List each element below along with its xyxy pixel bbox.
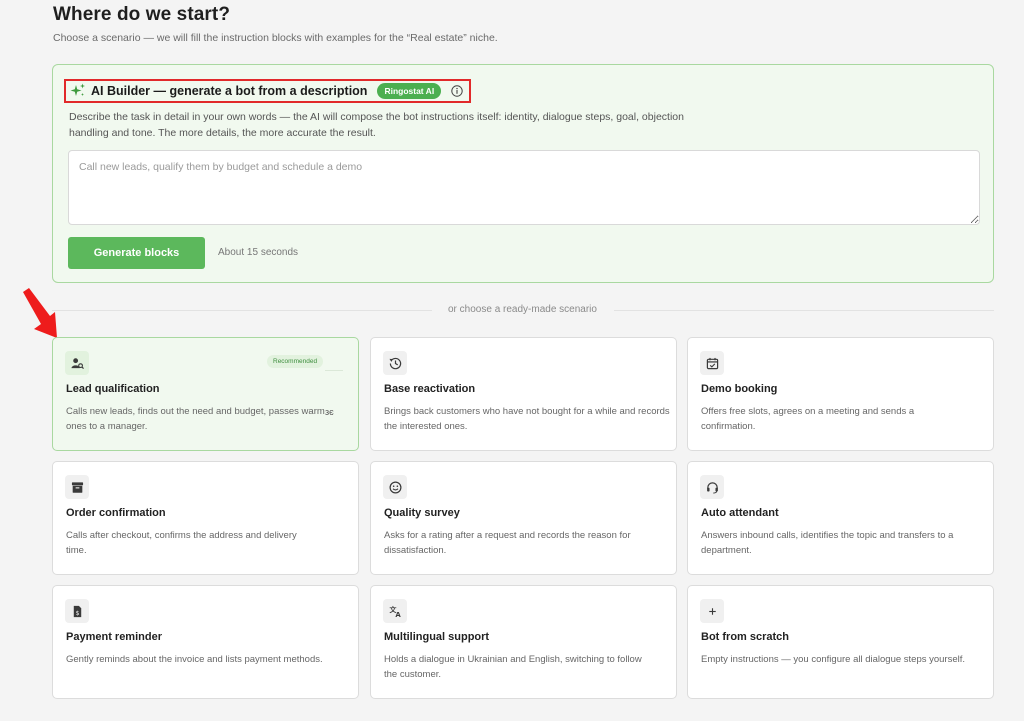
scenario-card-base-reactivation[interactable]: Base reactivation Brings back customers … xyxy=(370,337,677,451)
generate-blocks-button[interactable]: Generate blocks xyxy=(68,237,205,269)
scenario-card-bot-from-scratch[interactable]: Bot from scratch Empty instructions — yo… xyxy=(687,585,994,699)
scenario-title: Order confirmation xyxy=(66,507,166,519)
user-search-icon xyxy=(65,351,89,375)
sparkle-icon xyxy=(70,83,85,96)
archive-box-icon xyxy=(65,475,89,499)
scenario-card-order-confirmation[interactable]: Order confirmation Calls after checkout,… xyxy=(52,461,359,575)
scenario-title: Multilingual support xyxy=(384,631,490,643)
history-icon xyxy=(383,351,407,375)
scenario-title: Payment reminder xyxy=(66,631,162,643)
scenario-card-lead-qualification[interactable]: Recommended Lead qualification Calls new… xyxy=(52,337,359,451)
scenario-description: Calls new leads, finds out the need and … xyxy=(66,406,325,432)
scenario-title: Auto attendant xyxy=(701,507,779,519)
scenario-title: Demo booking xyxy=(701,383,778,395)
scenario-title: Lead qualification xyxy=(66,383,160,395)
scenario-card-demo-booking[interactable]: Demo booking Offers free slots, agrees o… xyxy=(687,337,994,451)
divider-text: or choose a ready-made scenario xyxy=(448,304,597,315)
recommended-badge: Recommended xyxy=(267,355,324,368)
scenario-description: Asks for a rating after a request and re… xyxy=(384,530,631,556)
info-icon[interactable] xyxy=(451,85,463,97)
calendar-check-icon xyxy=(700,351,724,375)
red-arrow-icon xyxy=(23,288,57,338)
task-description-input[interactable] xyxy=(68,150,980,225)
ai-builder-panel: AI Builder — generate a bot from a descr… xyxy=(52,64,994,283)
scenario-description: Gently reminds about the invoice and lis… xyxy=(66,654,323,665)
page-title: Where do we start? xyxy=(53,4,231,25)
scenario-card-quality-survey[interactable]: Quality survey Asks for a rating after a… xyxy=(370,461,677,575)
scenario-description: Empty instructions — you configure all d… xyxy=(701,654,966,665)
ai-builder-header: AI Builder — generate a bot from a descr… xyxy=(64,79,471,103)
stray-text: зє xyxy=(325,407,334,417)
translate-icon: 文A xyxy=(383,599,407,623)
scenario-description: Holds a dialogue in Ukrainian and Englis… xyxy=(384,654,642,680)
ringostat-ai-badge: Ringostat AI xyxy=(377,83,442,99)
scenario-card-payment-reminder[interactable]: $ Payment reminder Gently reminds about … xyxy=(52,585,359,699)
scenario-description: Answers inbound calls, identifies the to… xyxy=(701,530,954,556)
svg-text:A: A xyxy=(395,611,401,618)
scenario-card-multilingual-support[interactable]: 文A Multilingual support Holds a dialogue… xyxy=(370,585,677,699)
headset-icon xyxy=(700,475,724,499)
scenario-description: Calls after checkout, confirms the addre… xyxy=(66,530,297,556)
scenario-card-auto-attendant[interactable]: Auto attendant Answers inbound calls, id… xyxy=(687,461,994,575)
scenario-title: Quality survey xyxy=(384,507,460,519)
scenario-title: Bot from scratch xyxy=(701,631,790,643)
page-subtitle: Choose a scenario — we will fill the ins… xyxy=(53,32,498,44)
generation-time-hint: About 15 seconds xyxy=(218,247,299,258)
svg-text:$: $ xyxy=(75,610,79,617)
plus-icon xyxy=(700,599,724,623)
badge-divider xyxy=(325,370,343,371)
ai-builder-description: Describe the task in detail in your own … xyxy=(69,111,684,139)
scenario-description: Offers free slots, agrees on a meeting a… xyxy=(701,406,915,432)
ai-builder-title: AI Builder — generate a bot from a descr… xyxy=(91,84,368,98)
smile-icon xyxy=(383,475,407,499)
scenario-description: Brings back customers who have not bough… xyxy=(384,406,670,432)
invoice-icon: $ xyxy=(65,599,89,623)
scenario-title: Base reactivation xyxy=(384,383,476,395)
